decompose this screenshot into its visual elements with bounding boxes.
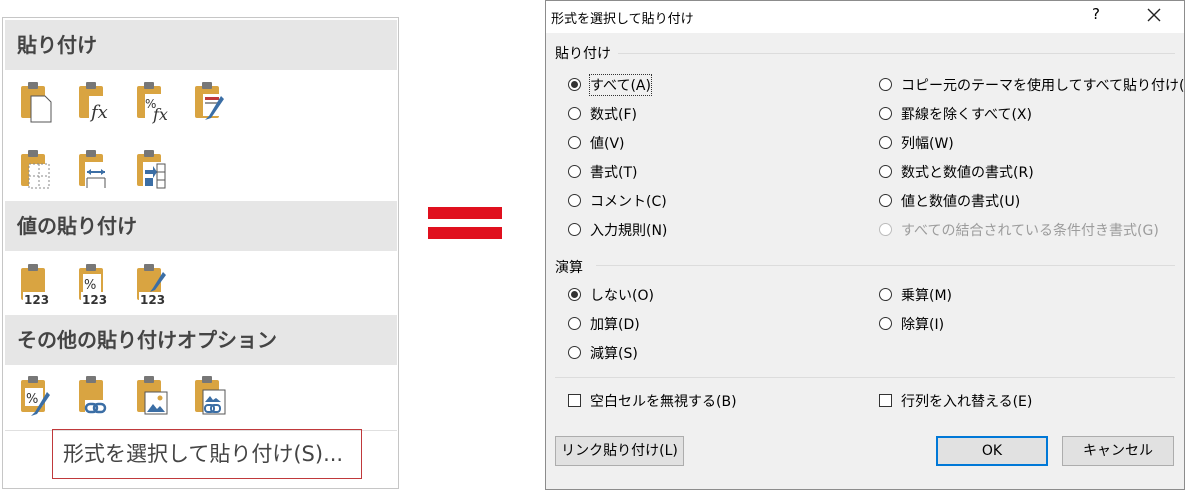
- help-button[interactable]: ?: [1086, 5, 1106, 23]
- paste-no-borders-icon[interactable]: [17, 148, 53, 192]
- svg-text:123: 123: [140, 293, 165, 306]
- paste-values-number-format-icon[interactable]: % 123: [75, 262, 111, 306]
- paste-icon[interactable]: [17, 80, 53, 124]
- paste-group-label: 貼り付け: [555, 46, 611, 62]
- cancel-button[interactable]: キャンセル: [1062, 436, 1174, 466]
- paste-formulas-icon[interactable]: fx: [75, 80, 111, 124]
- paste-values-icon[interactable]: 123: [17, 262, 53, 306]
- svg-text:%: %: [26, 392, 38, 407]
- close-icon[interactable]: [1142, 3, 1166, 27]
- paste-special-menu-item[interactable]: 形式を選択して貼り付け(S)...: [52, 429, 362, 479]
- svg-text:fx: fx: [152, 105, 168, 124]
- paste-formulas-number-format-icon[interactable]: % fx: [133, 80, 169, 124]
- paste-formatting-icon[interactable]: %: [17, 374, 53, 418]
- svg-text:%: %: [84, 278, 96, 293]
- paste-link-icon[interactable]: [75, 374, 111, 418]
- paste-special-dialog: 形式を選択して貼り付け ? 貼り付け すべて(A) 数式(F) 値(V) 書式(…: [545, 0, 1185, 490]
- section-header-paste-values: 値の貼り付け: [5, 201, 397, 251]
- paste-linked-picture-icon[interactable]: [191, 374, 227, 418]
- paste-options-menu: 貼り付け fx % fx 値の貼り付け 123 % 123 123 その他の貼り…: [2, 17, 399, 489]
- svg-text:fx: fx: [89, 102, 108, 123]
- paste-picture-icon[interactable]: [133, 374, 169, 418]
- ok-button[interactable]: OK: [936, 436, 1048, 466]
- svg-text:123: 123: [24, 293, 49, 306]
- dialog-title: 形式を選択して貼り付け: [551, 12, 694, 27]
- paste-keep-source-formatting-icon[interactable]: [191, 80, 227, 124]
- svg-text:123: 123: [82, 293, 107, 306]
- dialog-titlebar: 形式を選択して貼り付け ?: [546, 1, 1184, 33]
- operation-group-label: 演算: [555, 260, 583, 276]
- section-header-other-paste-options: その他の貼り付けオプション: [5, 315, 397, 365]
- paste-values-source-formatting-icon[interactable]: 123: [133, 262, 169, 306]
- paste-transpose-icon[interactable]: [133, 148, 169, 192]
- paste-keep-column-widths-icon[interactable]: [75, 148, 111, 192]
- paste-link-button[interactable]: リンク貼り付け(L): [555, 436, 684, 466]
- section-header-paste: 貼り付け: [5, 20, 397, 70]
